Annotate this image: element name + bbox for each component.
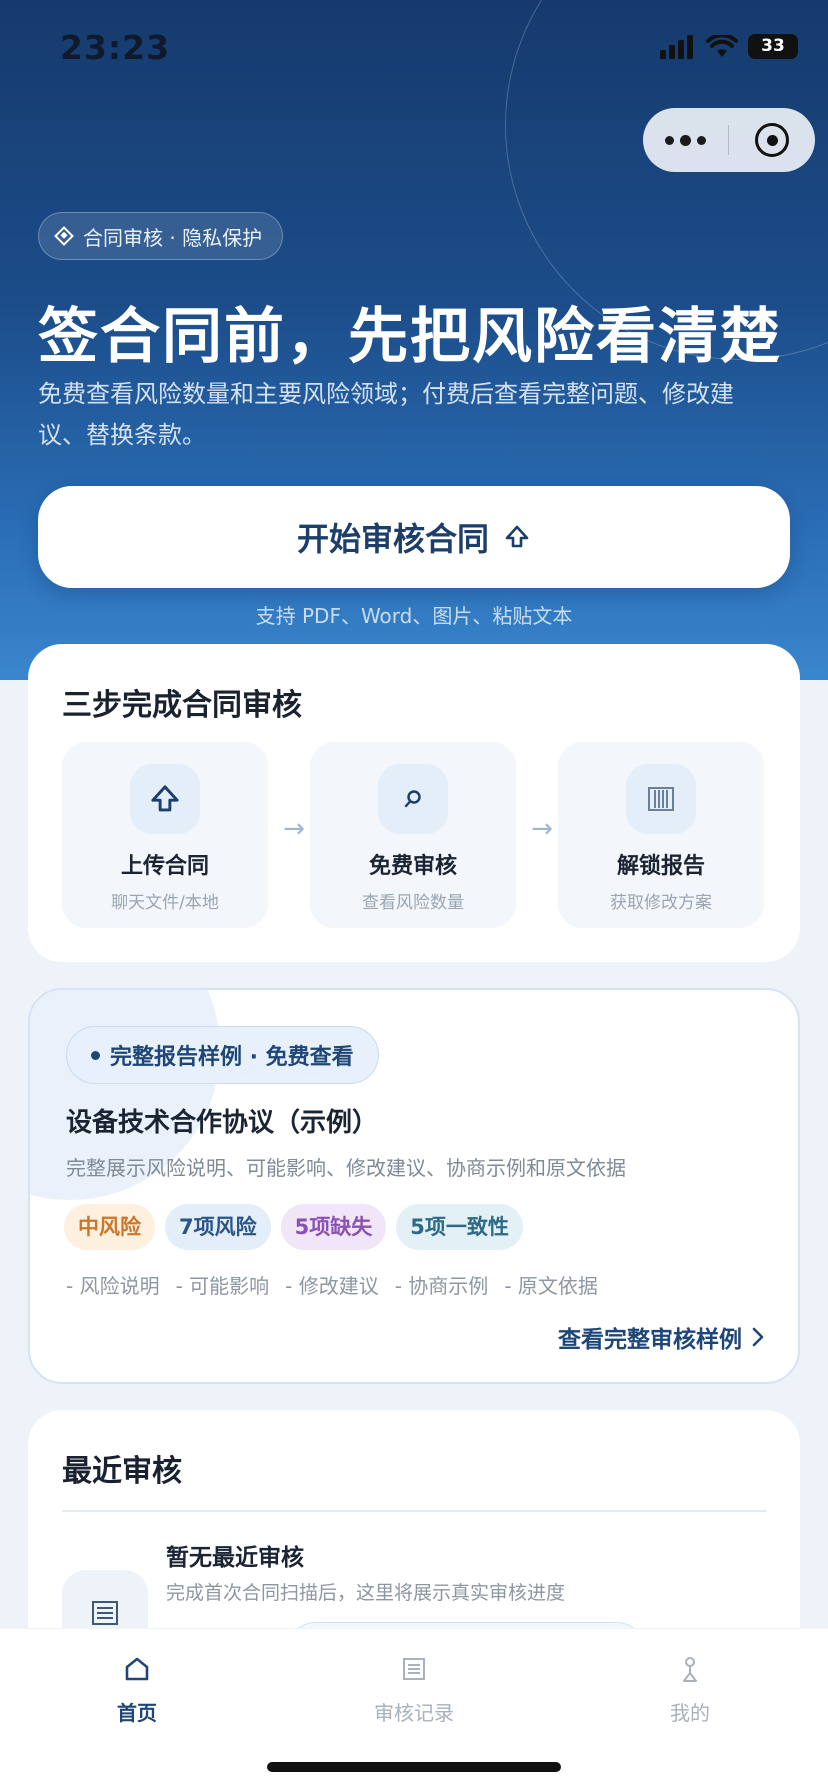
status-bar: 23:23 33	[0, 0, 828, 100]
steps-title: 三步完成合同审核	[62, 688, 302, 723]
report-section-item: - 修改建议	[285, 1274, 379, 1298]
start-review-label: 开始审核合同	[296, 520, 489, 558]
sample-pill: 完整报告样例 · 免费查看	[66, 1026, 379, 1084]
risk-level-chip: 中风险	[64, 1204, 155, 1250]
tab-label: 审核记录	[374, 1701, 454, 1725]
step-unlock-report: 解锁报告 获取修改方案	[558, 742, 764, 928]
consistency-count-chip: 5项一致性	[396, 1204, 523, 1250]
sample-description: 完整展示风险说明、可能影响、修改建议、协商示例和原文依据	[66, 1156, 626, 1180]
report-icon	[626, 764, 696, 834]
sample-title: 设备技术合作协议（示例）	[66, 1108, 379, 1138]
upload-icon	[505, 525, 529, 548]
sample-report-card[interactable]: 完整报告样例 · 免费查看 设备技术合作协议（示例） 完整展示风险说明、可能影响…	[28, 988, 800, 1384]
signal-icon	[660, 34, 693, 59]
search-icon	[378, 764, 448, 834]
wifi-icon	[706, 34, 738, 57]
chevron-right-icon	[752, 1327, 764, 1347]
arrow-right-icon: →	[283, 814, 305, 844]
tab-home[interactable]: 首页	[37, 1649, 237, 1726]
step-upload: 上传合同 聊天文件/本地	[62, 742, 268, 928]
tab-label: 首页	[117, 1701, 157, 1725]
status-time: 23:23	[60, 28, 171, 67]
missing-count-chip: 5项缺失	[280, 1204, 387, 1250]
hero-subtitle: 免费查看风险数量和主要风险领域；付费后查看完整问题、修改建议、替换条款。	[38, 380, 734, 449]
report-sections: - 风险说明 - 可能影响 - 修改建议 - 协商示例 - 原文依据	[66, 1270, 598, 1299]
recent-title: 最近审核	[62, 1454, 182, 1489]
report-section-item: - 可能影响	[175, 1274, 270, 1298]
divider	[62, 1510, 766, 1512]
tab-profile[interactable]: 我的	[590, 1649, 790, 1726]
battery-icon: 33	[748, 34, 798, 59]
status-icons: 33	[660, 34, 798, 59]
report-section-item: - 原文依据	[504, 1274, 598, 1298]
dot-icon	[91, 1050, 100, 1060]
tab-label: 我的	[670, 1701, 710, 1725]
step-subtitle: 获取修改方案	[610, 893, 712, 913]
steps-card: 三步完成合同审核 上传合同 聊天文件/本地 → 免费审核 查看风险数量 → 解锁…	[28, 644, 800, 962]
hero-tag-label: 合同审核 · 隐私保护	[83, 225, 263, 250]
tab-review-records[interactable]: 审核记录	[314, 1649, 514, 1726]
risk-count-chip: 7项风险	[165, 1204, 271, 1250]
list-icon	[314, 1649, 514, 1689]
recent-empty-desc: 完成首次合同扫描后，这里将展示真实审核进度	[166, 1582, 566, 1604]
user-icon	[590, 1649, 790, 1689]
miniprogram-capsule	[643, 108, 815, 172]
home-indicator	[267, 1762, 561, 1772]
recent-empty-title: 暂无最近审核	[166, 1545, 304, 1571]
step-subtitle: 聊天文件/本地	[111, 893, 219, 913]
page-title: 签合同前，先把风险看清楚	[38, 302, 782, 372]
more-icon[interactable]	[643, 134, 728, 146]
step-title: 免费审核	[368, 854, 457, 879]
start-review-button[interactable]: 开始审核合同	[38, 486, 790, 588]
step-free-review: 免费审核 查看风险数量	[310, 742, 516, 928]
diamond-icon	[54, 226, 74, 246]
formats-hint: 支持 PDF、Word、图片、粘贴文本	[255, 604, 573, 628]
step-title: 解锁报告	[616, 854, 705, 879]
upload-icon	[130, 764, 200, 834]
home-icon	[37, 1649, 237, 1689]
sample-pill-label: 完整报告样例 · 免费查看	[110, 1045, 354, 1070]
view-sample-link[interactable]: 查看完整审核样例	[558, 1320, 764, 1354]
view-sample-label: 查看完整审核样例	[558, 1327, 742, 1353]
close-miniprogram-icon[interactable]	[729, 123, 815, 157]
step-title: 上传合同	[120, 854, 209, 879]
hero-tag: 合同审核 · 隐私保护	[38, 212, 284, 260]
risk-chips: 中风险 7项风险 5项缺失 5项一致性	[64, 1204, 523, 1250]
report-section-item: - 协商示例	[394, 1274, 489, 1298]
report-section-item: - 风险说明	[66, 1274, 160, 1298]
arrow-right-icon: →	[531, 814, 553, 844]
step-subtitle: 查看风险数量	[362, 893, 464, 913]
